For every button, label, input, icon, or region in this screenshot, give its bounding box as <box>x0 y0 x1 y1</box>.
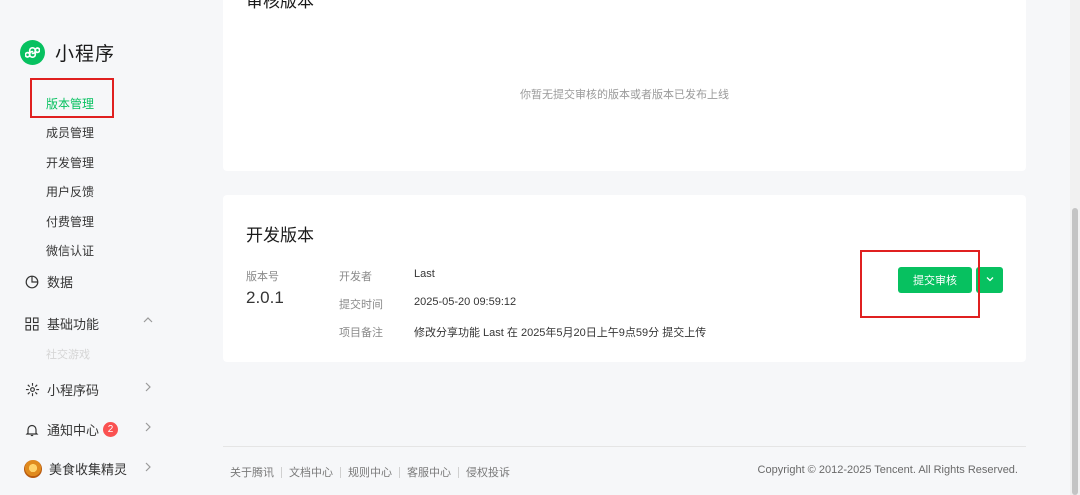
footer-link-support[interactable]: 客服中心 <box>400 464 458 480</box>
sidebar-item-wechat-certification[interactable]: 微信认证 <box>46 242 94 259</box>
footer-links: 关于腾讯 文档中心 规则中心 客服中心 侵权投诉 <box>230 464 517 480</box>
sidebar-item-label: 数据 <box>47 275 74 290</box>
sidebar-item-development-management[interactable]: 开发管理 <box>46 154 94 171</box>
sidebar: 小程序 版本管理 成员管理 开发管理 用户反馈 付费管理 微信认证 数据 基础功… <box>0 0 200 495</box>
empty-message: 你暂无提交审核的版本或者版本已发布上线 <box>520 89 729 101</box>
scrollbar-thumb[interactable] <box>1072 208 1078 495</box>
developer-value: Last <box>414 268 435 280</box>
app-title: 小程序 <box>55 44 116 65</box>
scrollbar[interactable] <box>1070 0 1080 495</box>
footer-link-infringement[interactable]: 侵权投诉 <box>459 464 517 480</box>
sun-qrcode-icon <box>24 382 40 398</box>
brand: 小程序 <box>20 39 115 66</box>
copyright: Copyright © 2012-2025 Tencent. All Right… <box>757 464 1018 476</box>
more-options-button[interactable] <box>976 267 1003 293</box>
chevron-down-icon <box>985 271 995 289</box>
developer-label: 开发者 <box>339 271 372 283</box>
sidebar-item-label: 基础功能 <box>47 317 100 332</box>
footer-link-rules[interactable]: 规则中心 <box>341 464 399 480</box>
sidebar-item-member-management[interactable]: 成员管理 <box>46 124 94 141</box>
chevron-right-icon[interactable] <box>142 461 154 476</box>
sidebar-item-user-feedback[interactable]: 用户反馈 <box>46 183 94 200</box>
sidebar-item-qrcode[interactable]: 小程序码 <box>24 380 99 399</box>
bell-icon <box>24 422 40 438</box>
sidebar-item-notifications[interactable]: 通知中心 2 <box>24 420 119 439</box>
chevron-right-icon[interactable] <box>142 381 154 396</box>
footer-link-docs[interactable]: 文档中心 <box>282 464 340 480</box>
footer-link-about[interactable]: 关于腾讯 <box>230 464 281 480</box>
sidebar-item-payment-management[interactable]: 付费管理 <box>46 213 94 230</box>
sidebar-item-faded: 社交游戏 <box>46 349 90 361</box>
review-version-card: 审核版本 你暂无提交审核的版本或者版本已发布上线 <box>223 0 1026 171</box>
dev-version-card: 开发版本 版本号 2.0.1 开发者 Last 提交时间 2025-05-20 … <box>223 195 1026 362</box>
highlight-box <box>860 250 980 318</box>
footer-divider <box>223 446 1026 447</box>
chevron-right-icon[interactable] <box>142 421 154 436</box>
chevron-up-icon[interactable] <box>142 314 154 329</box>
note-value: 修改分享功能 Last 在 2025年5月20日上午9点59分 提交上传 <box>414 327 707 339</box>
version-value: 2.0.1 <box>246 288 284 307</box>
note-label: 项目备注 <box>339 327 383 339</box>
notification-badge: 2 <box>103 422 119 437</box>
account-switcher[interactable]: 美食收集精灵 <box>24 459 127 478</box>
dev-version-title: 开发版本 <box>246 226 314 245</box>
avatar <box>24 459 42 478</box>
highlight-box <box>30 78 114 118</box>
account-name: 美食收集精灵 <box>49 462 128 477</box>
miniprogram-logo-icon <box>20 40 45 65</box>
review-version-title: 审核版本 <box>246 0 314 11</box>
sidebar-item-data[interactable]: 数据 <box>24 272 73 291</box>
sidebar-item-label: 通知中心 <box>47 423 100 438</box>
submit-time-label: 提交时间 <box>339 299 383 311</box>
grid-icon <box>24 316 40 332</box>
sidebar-item-basic-features[interactable]: 基础功能 <box>24 314 99 333</box>
sidebar-item-label: 小程序码 <box>47 383 100 398</box>
version-label: 版本号 <box>246 271 279 283</box>
pie-chart-icon <box>24 274 40 290</box>
submit-time-value: 2025-05-20 09:59:12 <box>414 296 517 308</box>
